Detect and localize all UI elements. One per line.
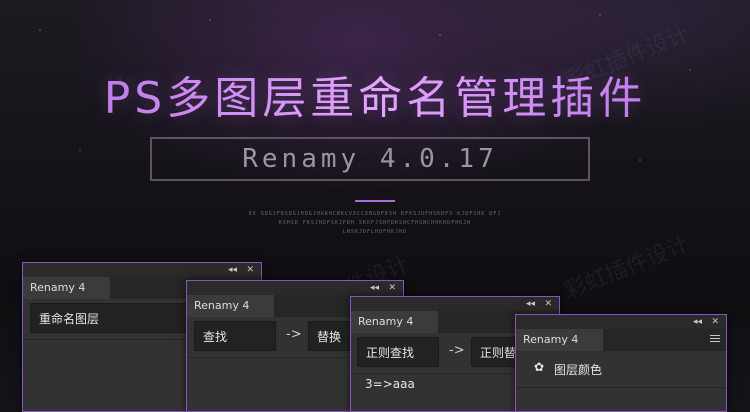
- panel-menu-icon[interactable]: [710, 335, 720, 344]
- collapse-icon[interactable]: ◂◂: [370, 282, 379, 294]
- panel-tab[interactable]: Renamy 4: [23, 277, 111, 299]
- version-text: Renamy 4.0.17: [242, 144, 498, 174]
- panel-layer-color: ◂◂ ✕ Renamy 4 ✿ 图层颜色: [515, 314, 727, 412]
- arrow-right-icon: ->: [449, 343, 465, 358]
- tiny-text-line: KSHSD FKSJHDFSKJFDH SKDFJSHFDKSHCFHSNCHH…: [278, 220, 472, 226]
- close-icon[interactable]: ✕: [544, 298, 552, 310]
- tiny-text-line: LNSKJDFLHDFHKJHD: [342, 229, 408, 235]
- panel-topbar: ◂◂ ✕: [351, 297, 559, 311]
- layer-color-label[interactable]: 图层颜色: [554, 361, 602, 378]
- rule-preview-text: 3=>aaa: [365, 377, 415, 391]
- find-field[interactable]: 查找: [194, 321, 276, 351]
- panel-tab[interactable]: Renamy 4: [187, 295, 275, 317]
- collapse-icon[interactable]: ◂◂: [693, 316, 702, 328]
- banner-title: PS多图层重命名管理插件: [0, 62, 750, 126]
- title-divider: [355, 200, 395, 202]
- row-divider: [516, 387, 726, 388]
- close-icon[interactable]: ✕: [711, 316, 719, 328]
- panel-topbar: ◂◂ ✕: [516, 315, 726, 329]
- close-icon[interactable]: ✕: [246, 264, 254, 276]
- panel-topbar: ◂◂ ✕: [187, 281, 403, 295]
- panel-topbar: ◂◂ ✕: [23, 263, 261, 277]
- panel-tabrow: Renamy 4: [516, 329, 726, 351]
- close-icon[interactable]: ✕: [388, 282, 396, 294]
- panel-body: ✿ 图层颜色: [516, 351, 726, 411]
- panel-tab[interactable]: Renamy 4: [516, 329, 604, 351]
- regex-find-field[interactable]: 正则查找: [357, 337, 439, 367]
- collapse-icon[interactable]: ◂◂: [526, 298, 535, 310]
- version-box: Renamy 4.0.17: [150, 137, 590, 181]
- collapse-icon[interactable]: ◂◂: [228, 264, 237, 276]
- panel-tab[interactable]: Renamy 4: [351, 311, 439, 333]
- arrow-right-icon: ->: [286, 327, 302, 342]
- tiny-text-line: DV SDGJFBSDGJHDGJHGKHCBKCVXCCXBGDFKSH DF…: [248, 211, 502, 217]
- gear-icon[interactable]: ✿: [534, 360, 544, 374]
